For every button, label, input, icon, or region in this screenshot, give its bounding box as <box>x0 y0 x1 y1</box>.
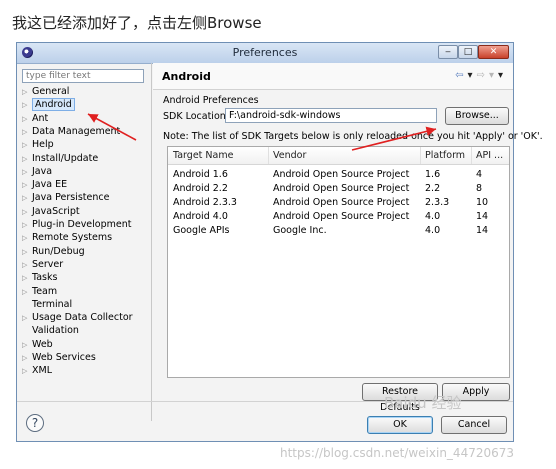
watermark-logo: Baidu 经验 <box>384 394 462 412</box>
watermark-url: https://blog.csdn.net/weixin_44720673 <box>280 446 515 460</box>
arrow-to-android <box>87 113 137 141</box>
arrow-to-browse <box>351 126 437 151</box>
annotation-arrows <box>87 113 437 151</box>
